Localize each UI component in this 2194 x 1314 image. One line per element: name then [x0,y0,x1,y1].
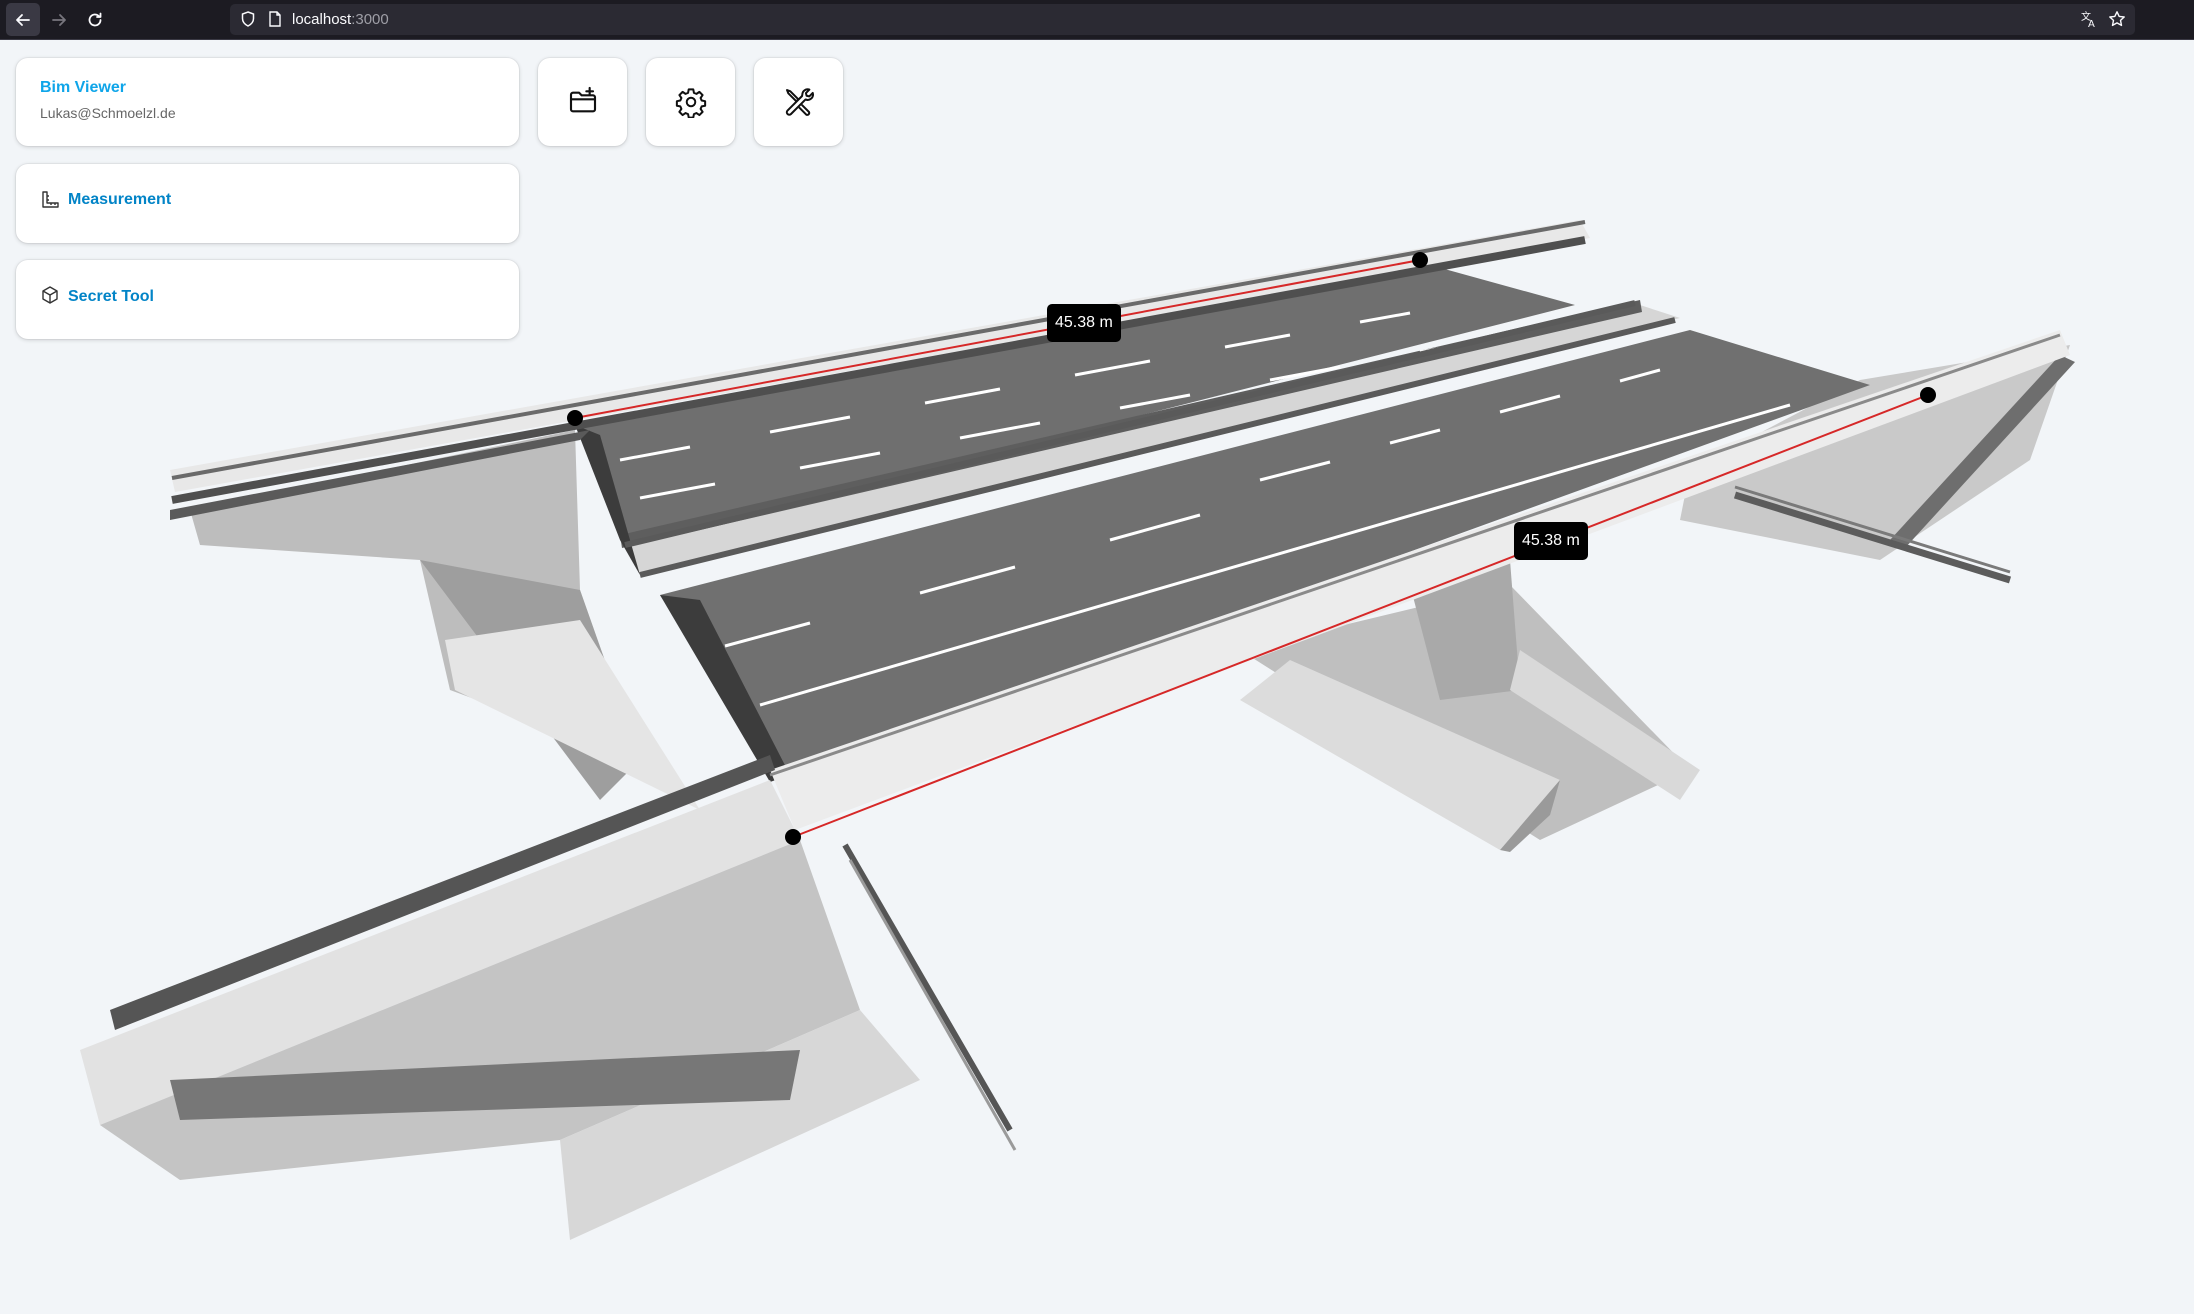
wrench-screwdriver-icon [785,88,814,116]
measurement-point-1b [1412,252,1428,268]
tools-button[interactable] [754,58,843,146]
measurement-label: 45.38 m [1047,304,1121,342]
measurement-point-2b [1920,387,1936,403]
arrow-left-icon [16,13,30,26]
arrow-right-icon [52,13,66,26]
side-railing-rail [848,859,1017,1151]
forward-button[interactable] [42,3,76,36]
tool-measurement[interactable]: Measurement [16,164,519,243]
cube-icon [42,286,58,304]
translate-icon[interactable]: 文 A [2080,10,2098,28]
tool-label-measurement: Measurement [68,191,172,208]
app-info-card: Bim Viewer Lukas@Schmoelzl.de [16,58,519,146]
measurement-point-1a [567,410,583,426]
url-host: localhost [292,11,352,28]
url-text[interactable]: localhost:3000 [292,11,389,28]
browser-toolbar: localhost:3000 文 A [0,0,2194,40]
open-folder-button[interactable] [538,58,627,146]
ruler-corner-icon [42,191,59,208]
page-icon [269,11,281,27]
back-button[interactable] [6,3,40,36]
bookmark-star-icon[interactable] [2108,10,2126,28]
svg-text:A: A [2088,19,2095,28]
app-title: Bim Viewer [40,79,126,96]
user-email: Lukas@Schmoelzl.de [40,105,176,121]
reload-button[interactable] [78,3,112,36]
reload-icon [88,12,102,26]
gear-icon [675,88,706,118]
shield-icon [241,11,255,27]
url-port: :3000 [351,11,389,28]
tool-secret[interactable]: Secret Tool [16,260,519,339]
folder-plus-icon [569,86,596,113]
measurement-point-2a [785,829,801,845]
left-abutment-top [445,620,700,810]
settings-button[interactable] [646,58,735,146]
address-bar[interactable]: localhost:3000 文 A [230,4,2135,35]
tool-label-secret: Secret Tool [68,288,154,305]
measurement-label: 45.38 m [1514,522,1588,560]
